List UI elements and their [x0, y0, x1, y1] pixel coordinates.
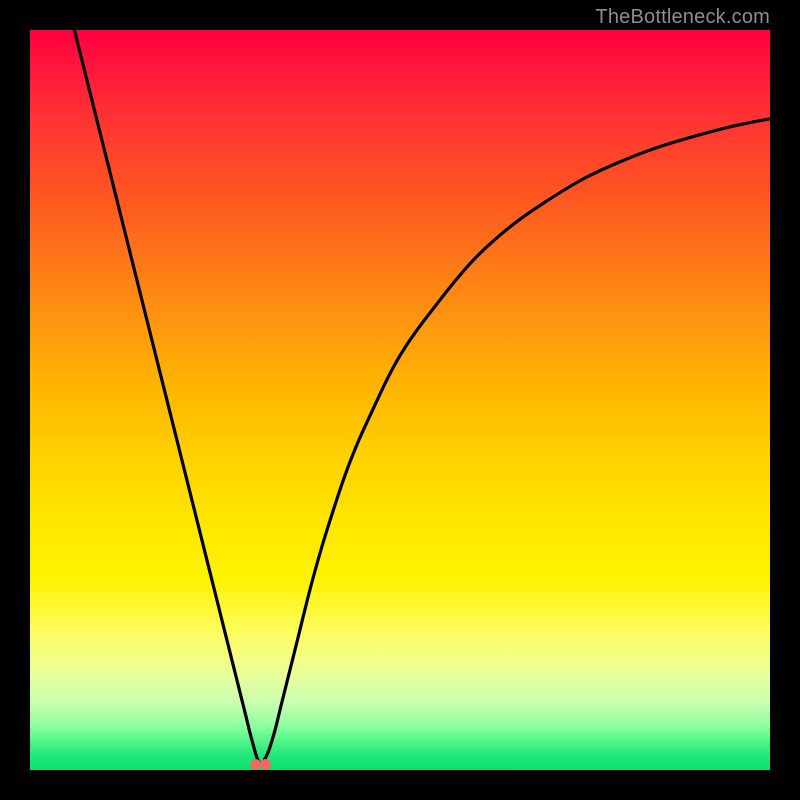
- watermark-text: TheBottleneck.com: [595, 6, 770, 29]
- plot-area: [30, 30, 770, 770]
- optimal-point-b: [260, 759, 271, 770]
- bottleneck-curve: [30, 30, 770, 770]
- chart-frame: TheBottleneck.com: [0, 0, 800, 800]
